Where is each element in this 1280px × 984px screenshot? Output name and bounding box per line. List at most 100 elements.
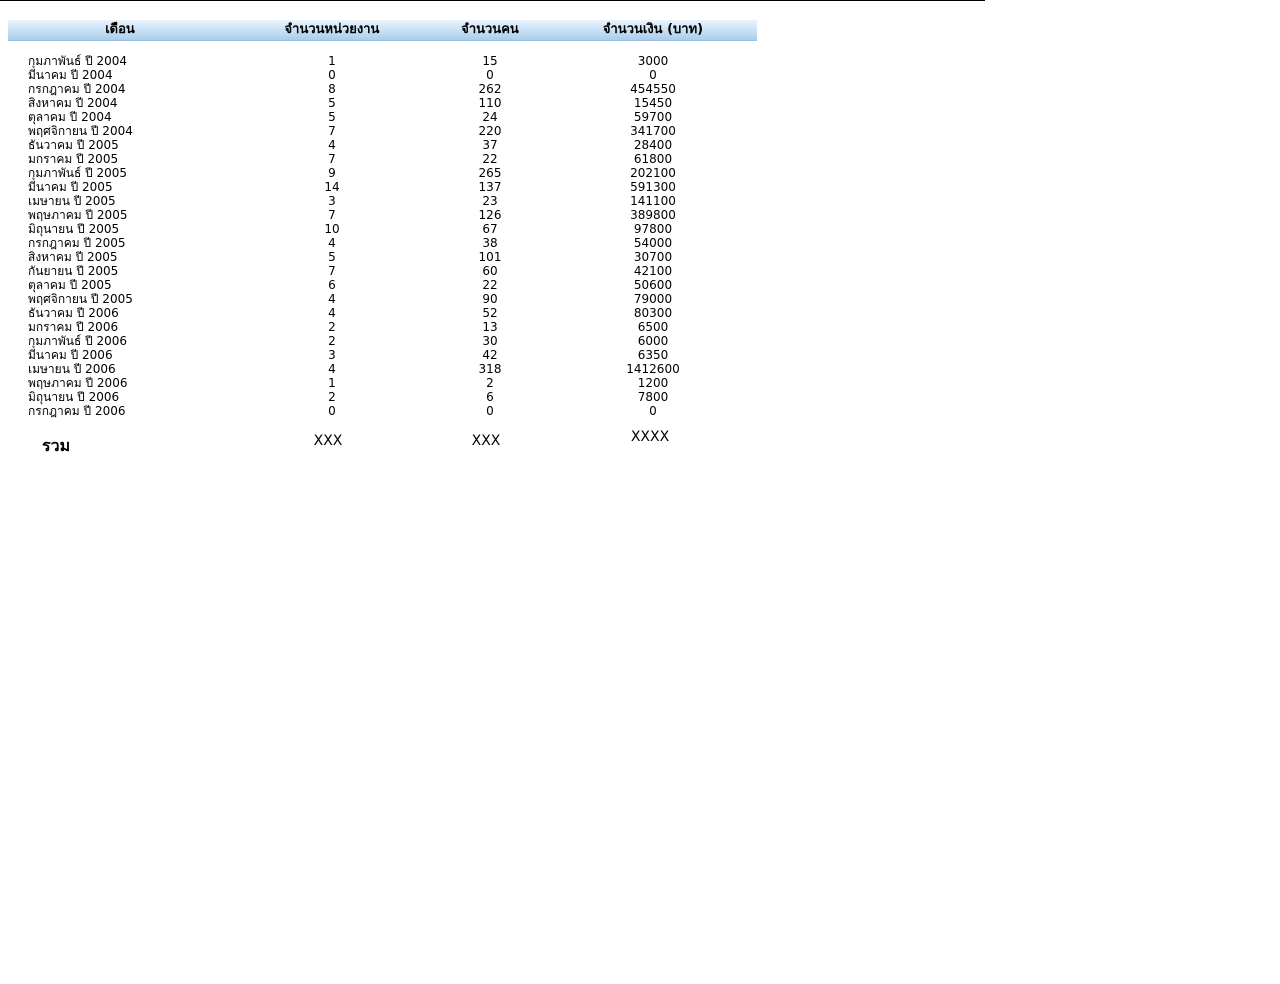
total-people: XXX	[471, 433, 501, 449]
table-row: กันยายน ปี 2005 7 60 42100	[8, 264, 757, 278]
table-row: เมษายน ปี 2006 4 318 1412600	[8, 362, 757, 376]
monthly-report-table: เดือน จำนวนหน่วยงาน จำนวนคน จำนวนเงิน (บ…	[8, 20, 757, 455]
table-row: มิถุนายน ปี 2005 10 67 97800	[8, 222, 757, 236]
header-money: จำนวนเงิน (บาท)	[602, 22, 704, 37]
row-money: 591300	[630, 180, 676, 194]
row-month: มิถุนายน ปี 2005	[28, 222, 120, 236]
row-month: กันยายน ปี 2005	[28, 264, 119, 278]
row-units: 7	[328, 208, 336, 222]
header-month: เดือน	[105, 22, 135, 37]
row-units: 8	[328, 82, 336, 96]
row-people: 52	[482, 306, 498, 320]
row-people: 101	[478, 250, 502, 264]
row-units: 7	[328, 152, 336, 166]
top-rule	[0, 0, 985, 1]
row-month: มิถุนายน ปี 2006	[28, 390, 120, 404]
row-units: 2	[328, 320, 336, 334]
row-people: 220	[478, 124, 502, 138]
table-row: กรกฎาคม ปี 2004 8 262 454550	[8, 82, 757, 96]
row-money: 28400	[633, 138, 673, 152]
row-people: 37	[482, 138, 498, 152]
row-money: 6350	[637, 348, 669, 362]
row-people: 318	[478, 362, 502, 376]
row-month: พฤศจิกายน ปี 2005	[28, 292, 133, 306]
row-people: 126	[478, 208, 502, 222]
header-units: จำนวนหน่วยงาน	[284, 22, 380, 37]
row-month: ธันวาคม ปี 2006	[28, 306, 119, 320]
row-month: สิงหาคม ปี 2004	[28, 96, 118, 110]
row-money: 54000	[633, 236, 673, 250]
row-month: สิงหาคม ปี 2005	[28, 250, 118, 264]
row-people: 110	[478, 96, 502, 110]
table-row: มกราคม ปี 2006 2 13 6500	[8, 320, 757, 334]
table-row: พฤษภาคม ปี 2006 1 2 1200	[8, 376, 757, 390]
table-row: สิงหาคม ปี 2004 5 110 15450	[8, 96, 757, 110]
row-month: เมษายน ปี 2006	[28, 362, 116, 376]
row-people: 24	[482, 110, 498, 124]
total-row: รวม XXX XXX XXXX	[8, 425, 757, 459]
row-units: 2	[328, 334, 336, 348]
row-units: 4	[328, 306, 336, 320]
row-month: กุมภาพันธ์ ปี 2006	[28, 334, 128, 348]
row-units: 0	[328, 68, 336, 82]
row-people: 67	[482, 222, 498, 236]
row-money: 454550	[630, 82, 676, 96]
row-people: 22	[482, 152, 498, 166]
row-money: 80300	[633, 306, 673, 320]
row-people: 6	[486, 390, 494, 404]
table-row: มิถุนายน ปี 2006 2 6 7800	[8, 390, 757, 404]
row-people: 38	[482, 236, 498, 250]
table-row: พฤศจิกายน ปี 2004 7 220 341700	[8, 124, 757, 138]
table-row: กรกฎาคม ปี 2005 4 38 54000	[8, 236, 757, 250]
table-row: กุมภาพันธ์ ปี 2004 1 15 3000	[8, 54, 757, 68]
row-units: 14	[324, 180, 340, 194]
row-month: มีนาคม ปี 2005	[28, 180, 113, 194]
row-people: 30	[482, 334, 498, 348]
row-money: 97800	[633, 222, 673, 236]
row-money: 389800	[630, 208, 676, 222]
table-row: พฤษภาคม ปี 2005 7 126 389800	[8, 208, 757, 222]
row-money: 50600	[633, 278, 673, 292]
row-units: 1	[328, 54, 336, 68]
row-month: กรกฎาคม ปี 2004	[28, 82, 126, 96]
total-label: รวม	[42, 436, 71, 455]
row-people: 137	[478, 180, 502, 194]
row-money: 141100	[630, 194, 676, 208]
total-money: XXXX	[630, 429, 670, 445]
row-money: 1200	[637, 376, 669, 390]
row-units: 4	[328, 138, 336, 152]
row-people: 13	[482, 320, 498, 334]
table-row: มกราคม ปี 2005 7 22 61800	[8, 152, 757, 166]
row-money: 15450	[633, 96, 673, 110]
row-month: มีนาคม ปี 2004	[28, 68, 113, 82]
row-month: มกราคม ปี 2006	[28, 320, 119, 334]
table-row: ธันวาคม ปี 2006 4 52 80300	[8, 306, 757, 320]
table-row: กรกฎาคม ปี 2006 0 0 0	[8, 404, 757, 418]
table-row: มีนาคม ปี 2005 14 137 591300	[8, 180, 757, 194]
row-money: 1412600	[626, 362, 680, 376]
row-people: 23	[482, 194, 498, 208]
row-people: 0	[486, 404, 494, 418]
row-month: มกราคม ปี 2005	[28, 152, 119, 166]
row-people: 60	[482, 264, 498, 278]
row-units: 2	[328, 390, 336, 404]
row-month: กรกฎาคม ปี 2006	[28, 404, 126, 418]
row-money: 202100	[630, 166, 676, 180]
row-money: 79000	[633, 292, 673, 306]
row-units: 7	[328, 264, 336, 278]
table-row: สิงหาคม ปี 2005 5 101 30700	[8, 250, 757, 264]
row-units: 5	[328, 250, 336, 264]
row-units: 4	[328, 292, 336, 306]
row-money: 42100	[633, 264, 673, 278]
table-body: กุมภาพันธ์ ปี 2004 1 15 3000 มีนาคม ปี 2004 0…	[8, 54, 757, 422]
row-money: 341700	[630, 124, 676, 138]
table-row: เมษายน ปี 2005 3 23 141100	[8, 194, 757, 208]
table-row: พฤศจิกายน ปี 2005 4 90 79000	[8, 292, 757, 306]
header-people: จำนวนคน	[461, 22, 519, 37]
row-money: 61800	[633, 152, 673, 166]
table-row: มีนาคม ปี 2006 3 42 6350	[8, 348, 757, 362]
row-money: 6500	[637, 320, 669, 334]
row-people: 0	[486, 68, 494, 82]
row-people: 15	[482, 54, 498, 68]
row-people: 262	[478, 82, 502, 96]
